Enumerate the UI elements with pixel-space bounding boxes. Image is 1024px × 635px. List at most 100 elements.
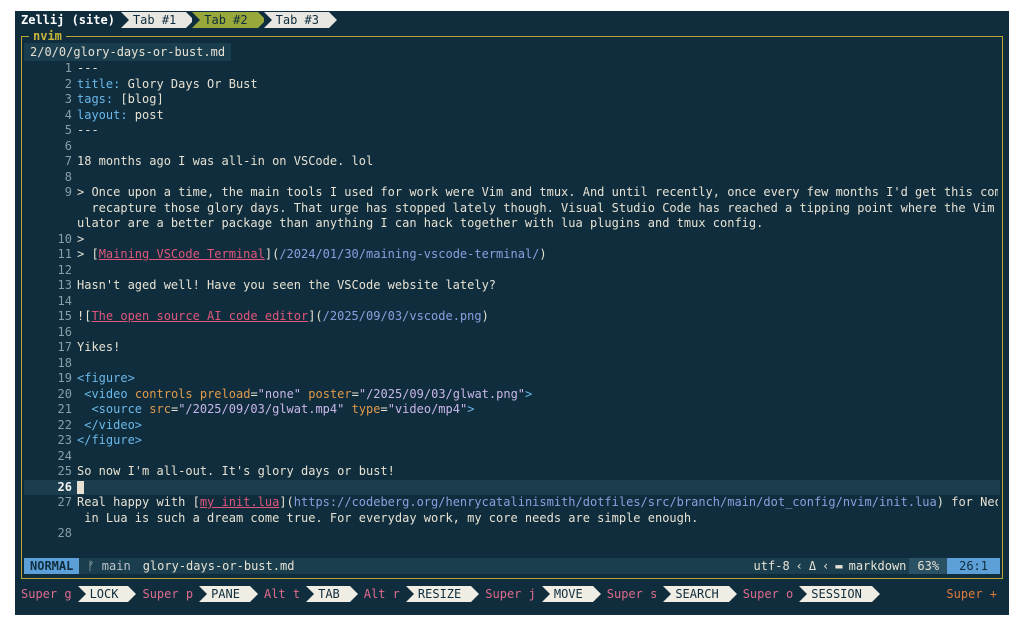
keybind-tab-button[interactable]: TAB — [306, 586, 358, 602]
keybind-lock-button[interactable]: LOCK — [77, 586, 137, 602]
editor-line[interactable]: 14 — [24, 294, 1000, 310]
keybind-modifier: Super p — [142, 587, 194, 601]
editor-line[interactable]: 5 --- — [24, 123, 1000, 139]
keybind-pane-button[interactable]: PANE — [199, 586, 258, 602]
yaml-value: Glory Days Or Bust — [120, 76, 258, 91]
editor-line[interactable]: 20 <video controls preload="none" poster… — [24, 387, 1000, 403]
keybind-session-button[interactable]: SESSION — [799, 586, 880, 602]
pill-arrow-left — [799, 586, 808, 602]
link-url[interactable]: /2025/09/03/vscode.png — [323, 309, 482, 323]
html-attr: preload — [199, 386, 251, 401]
editor-line[interactable]: 21 <source src="/2025/09/03/glwat.mp4" t… — [24, 402, 1000, 418]
keybind-label: SESSION — [811, 587, 862, 601]
link-text[interactable]: Maining VSCode Terminal — [99, 247, 265, 261]
text: recapture those glory days. That urge ha… — [91, 200, 995, 215]
editor-line[interactable]: 11 > [Maining VSCode Terminal](/2024/01/3… — [24, 247, 1000, 263]
line-number: 1 — [64, 61, 72, 75]
tab-label: Tab #2 — [204, 13, 248, 27]
yaml-key: tags: — [77, 92, 114, 106]
line-number: 28 — [57, 526, 72, 540]
line-number: 12 — [57, 262, 72, 277]
text: in Lua is such a dream come true. For ev… — [77, 510, 699, 525]
editor-line[interactable]: 4 layout: post — [24, 108, 1000, 124]
editor-line[interactable]: recapture those glory days. That urge ha… — [24, 201, 1000, 217]
keybind-label: LOCK — [89, 587, 119, 601]
editor-line[interactable]: 7 18 months ago I was all-in on VSCode. l… — [24, 154, 1000, 170]
tab-2[interactable]: Tab #2 — [192, 12, 266, 28]
editor-line[interactable]: 9 > Once upon a time, the main tools I us… — [24, 185, 1000, 201]
line-text: 18 months ago I was all-in on VSCode. lo… — [77, 154, 998, 170]
status-filename: glory-days-or-bust.md — [142, 559, 295, 573]
keybind-bar: Super g LOCK Super p PANE Alt t TAB Alt r RESIZ… — [15, 585, 1009, 603]
editor-line[interactable]: 3 tags: [blog] — [24, 92, 1000, 108]
mode-indicator: NORMAL — [24, 558, 80, 574]
editor-line[interactable]: 18 — [24, 356, 1000, 372]
text: 18 months ago I was all-in on VSCode. lo… — [77, 154, 374, 168]
link-url[interactable]: https://codeberg.org/henrycatalinismith/… — [294, 495, 937, 509]
line-text: tags: [blog] — [77, 92, 998, 108]
link-text[interactable]: The open source AI code editor — [91, 309, 308, 323]
pill-arrow-right — [249, 586, 258, 602]
link-text[interactable]: my init.lua — [200, 495, 279, 509]
html-attr-value: "/2025/09/03/glwat.png" — [358, 386, 526, 401]
tab-3[interactable]: Tab #3 — [263, 12, 337, 28]
editor-line[interactable]: 15 ![The open source AI code editor](/202… — [24, 309, 1000, 325]
editor-line[interactable]: 6 — [24, 139, 1000, 155]
pill-arrow-right — [592, 586, 601, 602]
git-branch: ᚠ main — [79, 558, 138, 574]
pill-arrow-left — [541, 586, 550, 602]
text: --- — [77, 61, 99, 75]
session-name: Zellij (site) — [21, 13, 115, 27]
text: Hasn't aged well! Have you seen the VSCo… — [77, 278, 497, 292]
html-tag: <video — [84, 386, 128, 401]
editor-line[interactable]: 1 --- — [24, 61, 1000, 77]
editor-line[interactable]: 13 Hasn't aged well! Have you seen the VS… — [24, 278, 1000, 294]
line-number: 19 — [57, 371, 72, 385]
keybind-label: TAB — [318, 587, 340, 601]
tab-1[interactable]: Tab #1 — [120, 12, 195, 28]
keybind-search-button[interactable]: SEARCH — [663, 586, 737, 602]
keybind-resize-button[interactable]: RESIZE — [405, 586, 480, 602]
line-text: title: Glory Days Or Bust — [77, 77, 998, 93]
editor-line[interactable]: 12 — [24, 263, 1000, 279]
editor-line[interactable]: in Lua is such a dream come true. For ev… — [24, 511, 1000, 527]
buffer-tab[interactable]: 2/0/0/glory-days-or-bust.md — [24, 43, 232, 61]
text: > [ — [77, 247, 99, 261]
line-text: Real happy with [my init.lua](https://co… — [77, 495, 998, 511]
pill-arrow-left — [199, 586, 208, 602]
nvim-pane[interactable]: nvim 2/0/0/glory-days-or-bust.md 1 --- 2 ti… — [21, 29, 1003, 579]
cursor — [77, 480, 84, 494]
editor-line[interactable]: ulator are a better package than anythin… — [24, 216, 1000, 232]
line-number: 15 — [57, 309, 72, 323]
line-number: 27 — [57, 495, 72, 509]
editor-line[interactable]: 2 title: Glory Days Or Bust — [24, 77, 1000, 93]
editor-line[interactable]: 23 </figure> — [24, 433, 1000, 449]
yaml-key: title: — [77, 76, 121, 91]
line-text: <source src="/2025/09/03/glwat.mp4" type… — [77, 402, 998, 418]
pill-arrow-right — [349, 586, 358, 602]
editor-line[interactable]: 17 Yikes! — [24, 340, 1000, 356]
yaml-value: post — [127, 107, 164, 122]
editor-line[interactable]: 25 So now I'm all-out. It's glory days or… — [24, 464, 1000, 480]
pill-arrow-right — [871, 586, 880, 602]
keybind-modifier: Super g — [21, 587, 72, 601]
line-number: 26 — [57, 479, 72, 494]
keybind-more[interactable]: Super + — [946, 587, 1009, 601]
editor-line[interactable]: 24 — [24, 449, 1000, 465]
editor-line[interactable]: 27 Real happy with [my init.lua](https://… — [24, 495, 1000, 511]
editor-line[interactable]: 19 <figure> — [24, 371, 1000, 387]
html-tag: </figure> — [77, 433, 143, 447]
editor-line[interactable]: 22 </video> — [24, 418, 1000, 434]
editor-line[interactable]: 10 > — [24, 232, 1000, 248]
editor-line[interactable]: 26 — [24, 479, 1000, 495]
editor-area[interactable]: 1 --- 2 title: Glory Days Or Bust 3 tags: [bl… — [24, 61, 1000, 554]
editor-line[interactable]: 8 — [24, 170, 1000, 186]
keybind-label: RESIZE — [417, 587, 462, 601]
editor-line[interactable]: 16 — [24, 325, 1000, 341]
html-tag-close: > — [525, 386, 533, 401]
line-number: 20 — [57, 386, 72, 401]
link-url[interactable]: /2024/01/30/maining-vscode-terminal/ — [279, 247, 539, 261]
keybind-move-button[interactable]: MOVE — [541, 586, 601, 602]
editor-line[interactable]: 28 — [24, 526, 1000, 542]
text: ) for Neovim. Doing Vim config — [936, 495, 998, 509]
